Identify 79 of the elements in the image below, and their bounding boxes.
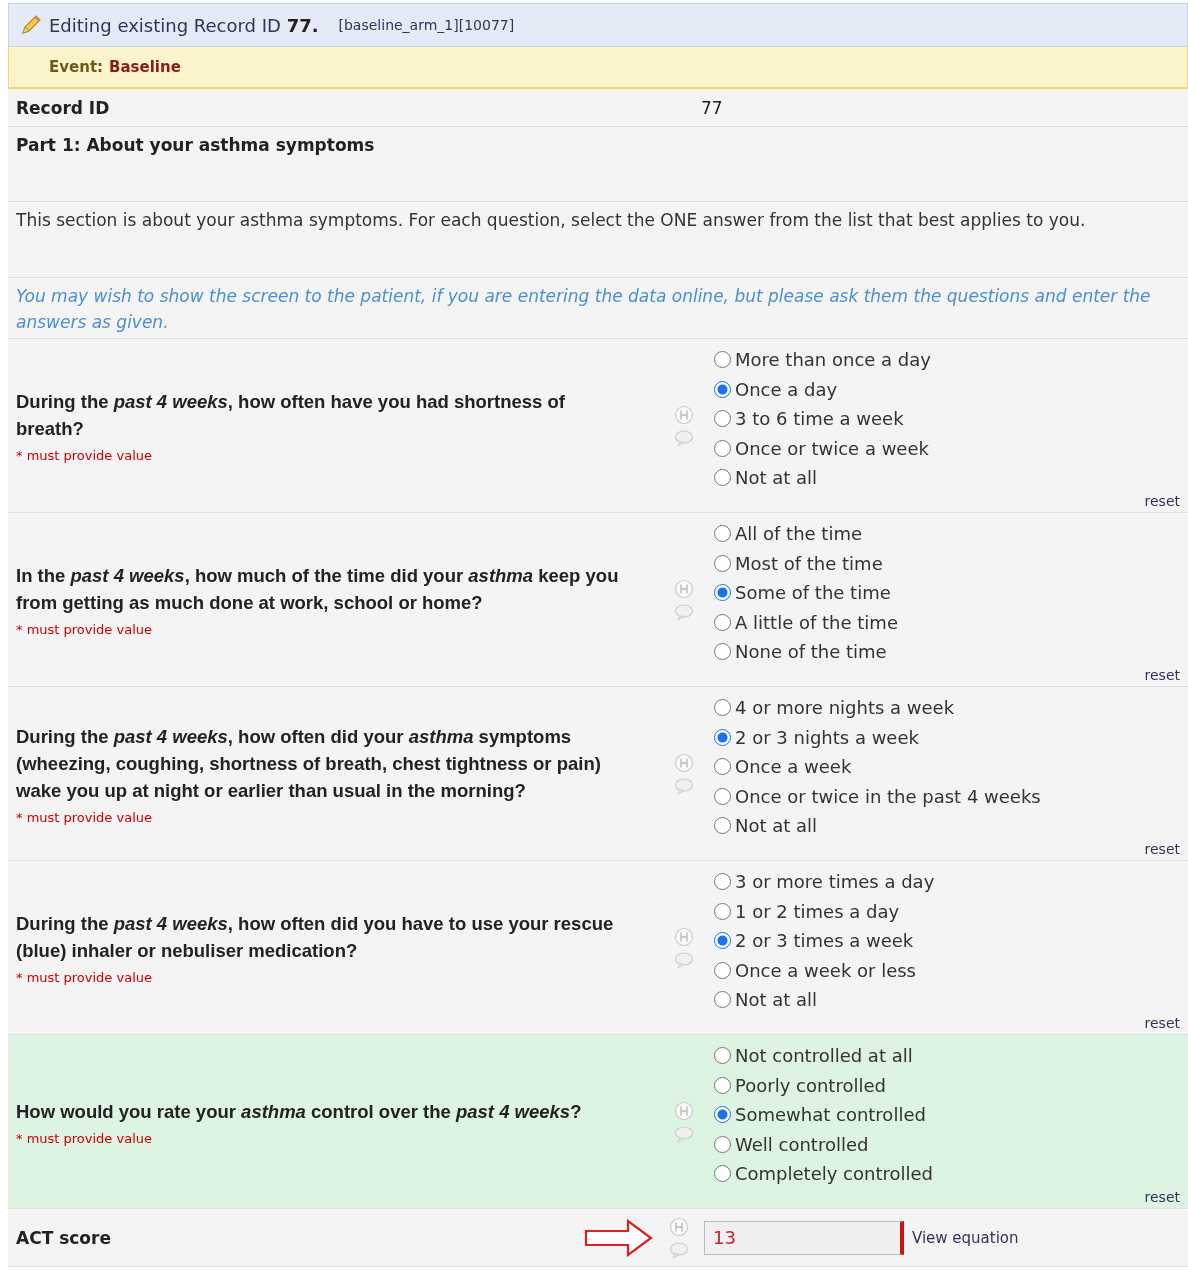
radio-option[interactable]: Most of the time	[714, 548, 883, 578]
radio-option[interactable]: None of the time	[714, 637, 887, 667]
question-text: In the past 4 weeks, how much of the time did your asthma keep you from getting as much done at work, school or home?	[16, 564, 620, 615]
radio-option[interactable]: Not at all	[714, 985, 818, 1015]
required-note: * must provide value	[16, 448, 153, 463]
radio-option[interactable]: Once a week or less	[714, 955, 916, 985]
reset-link[interactable]: reset	[1144, 493, 1180, 509]
radio-option[interactable]: Once a week	[714, 752, 852, 782]
required-note: * must provide value	[16, 1130, 153, 1146]
radio-option[interactable]: 4 or more nights a week	[714, 693, 955, 723]
radio-option[interactable]: Poorly controlled	[714, 1070, 886, 1100]
pencil-icon	[19, 13, 43, 37]
required-note: * must provide value	[16, 809, 153, 825]
question-text: During the past 4 weeks, how often did you have to use your rescue (blue) inhaler or nebuliser medication?	[16, 912, 615, 963]
radio-button[interactable]	[714, 584, 731, 602]
question-text: How would you rate your asthma control over the past 4 weeks?	[16, 1099, 583, 1124]
radio-button[interactable]	[714, 351, 731, 369]
radio-button[interactable]	[714, 961, 731, 979]
radio-option[interactable]: 2 or 3 nights a week	[714, 722, 919, 752]
required-note: * must provide value	[16, 622, 153, 637]
event-name: Baseline	[109, 58, 181, 76]
field-label: Record ID	[16, 97, 111, 118]
radio-button[interactable]	[714, 728, 731, 746]
radio-button[interactable]	[714, 410, 731, 428]
radio-button[interactable]	[714, 1135, 731, 1153]
reset-link[interactable]: reset	[1144, 1189, 1180, 1205]
radio-option[interactable]: A little of the time	[714, 607, 898, 637]
radio-button[interactable]	[714, 1165, 731, 1183]
reset-link[interactable]: reset	[1144, 667, 1180, 683]
field-label: ACT score	[16, 1227, 112, 1248]
page-title: Editing existing Record ID 77.	[49, 14, 319, 36]
radio-option[interactable]: 3 or more times a day	[714, 867, 935, 897]
instruction-text: This section is about your asthma symptoms. For each question, select the ONE answer from the list that best applies to you.	[16, 210, 1086, 230]
arrow-icon	[584, 1218, 654, 1257]
question-text: During the past 4 weeks, how often did your asthma symptoms (wheezing, coughing, shortness of breath, chest tightness or pain) wake you up at night or earlier than usual in the morning?	[16, 724, 602, 803]
reset-link[interactable]: reset	[1144, 841, 1180, 857]
radio-button[interactable]	[714, 932, 731, 950]
radio-button[interactable]	[714, 991, 731, 1009]
view-equation-link[interactable]: View equation	[912, 1228, 1019, 1247]
field-value: 77	[701, 97, 723, 118]
radio-option[interactable]: Not at all	[714, 811, 818, 841]
radio-option[interactable]: 3 to 6 time a week	[714, 404, 904, 434]
radio-option[interactable]: Some of the time	[714, 578, 891, 608]
radio-option[interactable]: Not at all	[714, 463, 818, 493]
radio-option[interactable]: More than once a day	[714, 345, 931, 375]
radio-option[interactable]: Once or twice a week	[714, 433, 929, 463]
radio-option[interactable]: Completely controlled	[714, 1159, 934, 1189]
radio-button[interactable]	[714, 469, 731, 487]
radio-button[interactable]	[714, 902, 731, 920]
radio-button[interactable]	[714, 380, 731, 398]
arm-label: [baseline_arm_1][10077]	[338, 17, 515, 33]
radio-button[interactable]	[714, 439, 731, 457]
radio-button[interactable]	[714, 787, 731, 805]
radio-option[interactable]: Somewhat controlled	[714, 1100, 926, 1130]
note-text: You may wish to show the screen to the patient, if you are entering the data online, but please ask them the questions and enter the answers as given.	[16, 286, 1151, 332]
radio-option[interactable]: Once a day	[714, 374, 838, 404]
radio-button[interactable]	[714, 1047, 731, 1065]
radio-option[interactable]: 1 or 2 times a day	[714, 896, 900, 926]
radio-button[interactable]	[714, 1076, 731, 1094]
radio-option[interactable]: Well controlled	[714, 1129, 869, 1159]
event-label: Event:	[49, 58, 104, 76]
radio-button[interactable]	[714, 817, 731, 835]
score-field[interactable]: 13	[704, 1220, 904, 1255]
section-header: Part 1: About your asthma symptoms	[16, 135, 375, 155]
radio-button[interactable]	[714, 1106, 731, 1124]
radio-button[interactable]	[714, 643, 731, 661]
radio-button[interactable]	[714, 699, 731, 717]
radio-button[interactable]	[714, 873, 731, 891]
radio-option[interactable]: Not controlled at all	[714, 1041, 913, 1071]
radio-button[interactable]	[714, 525, 731, 543]
radio-option[interactable]: Once or twice in the past 4 weeks	[714, 781, 1041, 811]
radio-option[interactable]: 2 or 3 times a week	[714, 926, 914, 956]
question-text: During the past 4 weeks, how often have you had shortness of breath?	[16, 390, 566, 441]
radio-button[interactable]	[714, 758, 731, 776]
required-note: * must provide value	[16, 970, 153, 985]
radio-button[interactable]	[714, 554, 731, 572]
radio-button[interactable]	[714, 613, 731, 631]
radio-option[interactable]: All of the time	[714, 519, 863, 549]
reset-link[interactable]: reset	[1144, 1015, 1180, 1031]
